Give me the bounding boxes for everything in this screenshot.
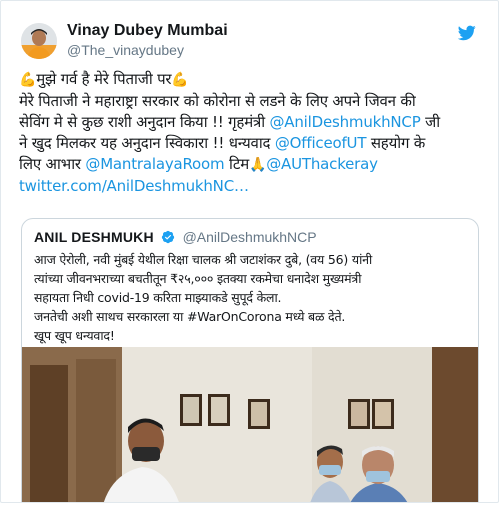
- tweet-text: 💪मुझे गर्व है मेरे पिताजी पर💪 मेरे पिताज…: [19, 69, 489, 197]
- tweet-line-2: मेरे पिताजी ने महाराष्ट्रा सरकार को कोरो…: [19, 92, 416, 110]
- quoted-tweet-text: आज ऐरोली, नवी मुंबई येथील रिक्षा चालक श्…: [34, 250, 470, 345]
- author-handle[interactable]: @The_vinaydubey: [67, 42, 184, 58]
- tweet-line-3-tail: जी: [420, 113, 440, 131]
- mention-anildeshmukhncp[interactable]: @AnilDeshmukhNCP: [270, 113, 421, 131]
- tweet-line-5-text: लिए आभार: [19, 155, 86, 173]
- profile-avatar-icon: [21, 23, 57, 59]
- twitter-bird-icon[interactable]: [457, 25, 476, 41]
- tweet-line-1: 💪मुझे गर्व है मेरे पिताजी पर💪: [19, 69, 489, 91]
- tweet-link[interactable]: twitter.com/AnilDeshmukhNC…: [19, 177, 249, 195]
- tweet-line-5: लिए आभार @MantralayaRoom टिम🙏@AUThackera…: [19, 154, 489, 176]
- quoted-tweet-header: ANIL DESHMUKH @AnilDeshmukhNCP: [34, 229, 317, 245]
- quoted-author-handle[interactable]: @AnilDeshmukhNCP: [183, 229, 317, 245]
- quoted-line-2: त्यांच्या जीवनभराच्या बचतीतून ₹२५,००० इत…: [34, 271, 362, 286]
- verified-badge-icon: [161, 230, 175, 244]
- quoted-line-3: सहायता निधी covid-19 करिता माझ्याकडे सुप…: [34, 290, 282, 305]
- quoted-line-1: आज ऐरोली, नवी मुंबई येथील रिक्षा चालक श्…: [34, 252, 373, 267]
- quoted-tweet[interactable]: ANIL DESHMUKH @AnilDeshmukhNCP आज ऐरोली,…: [21, 218, 479, 502]
- quoted-author-name[interactable]: ANIL DESHMUKH: [34, 229, 154, 245]
- tweet-line-4-text: ने खुद मिलकर यह अनुदान स्विकारा !! धन्यव…: [19, 134, 275, 152]
- mention-mantralayaroom[interactable]: @MantralayaRoom: [85, 155, 224, 173]
- quoted-line-5: खूप खूप धन्यवाद!: [34, 328, 115, 343]
- quoted-line-4: जनतेची अशी साथच सरकारला या #WarOnCorona …: [34, 309, 346, 324]
- cheque-handover-photo[interactable]: [22, 347, 478, 502]
- mention-officeofut[interactable]: @OfficeofUT: [275, 134, 367, 152]
- tweet-line-1-text: मुझे गर्व है मेरे पिताजी पर: [36, 70, 172, 88]
- flexed-biceps-emoji-end: 💪: [171, 72, 189, 88]
- tweet-line-4-tail: सहयोग के: [366, 134, 426, 152]
- folded-hands-emoji: 🙏: [249, 157, 267, 173]
- tweet-line-5-team: टिम: [224, 155, 250, 173]
- flexed-biceps-emoji: 💪: [19, 72, 37, 88]
- tweet-line-4: ने खुद मिलकर यह अनुदान स्विकारा !! धन्यव…: [19, 133, 489, 154]
- tweet-line-3: सेविंग मे से कुछ राशी अनुदान किया !! गृह…: [19, 112, 489, 133]
- tweet-line-3-text: सेविंग मे से कुछ राशी अनुदान किया !! गृह…: [19, 113, 270, 131]
- author-avatar[interactable]: [21, 23, 57, 59]
- mention-authackeray[interactable]: @AUThackeray: [266, 155, 378, 173]
- tweet-card[interactable]: Vinay Dubey Mumbai @The_vinaydubey 💪मुझे…: [0, 0, 499, 503]
- author-name[interactable]: Vinay Dubey Mumbai: [67, 22, 228, 40]
